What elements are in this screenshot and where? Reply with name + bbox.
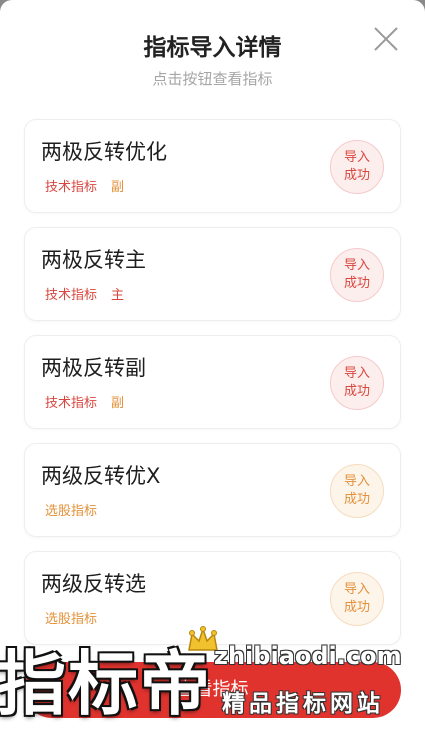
page-subtitle: 点击按钮查看指标 bbox=[152, 70, 273, 88]
import-success-stamp: 导入 成功 bbox=[330, 356, 384, 410]
indicator-name: 两级反转优X bbox=[41, 464, 161, 488]
indicator-name: 两级反转选 bbox=[41, 572, 146, 596]
close-icon bbox=[374, 27, 398, 51]
indicator-card[interactable]: 两极反转主 技术指标 主 导入 成功 bbox=[24, 227, 401, 321]
indicator-type-tag: 技术指标 bbox=[45, 180, 98, 195]
page-title: 指标导入详情 bbox=[143, 35, 282, 61]
watermark-brand: 指标帝 bbox=[0, 643, 212, 725]
watermark-domain: zhibiaodi.com bbox=[214, 642, 402, 670]
indicator-type-tag: 技术指标 bbox=[45, 396, 98, 411]
import-success-stamp: 导入 成功 bbox=[330, 572, 384, 626]
watermark-tagline: 精品指标网站 bbox=[222, 691, 384, 717]
indicator-name: 两极反转副 bbox=[41, 356, 146, 380]
import-success-stamp: 导入 成功 bbox=[330, 248, 384, 302]
indicator-type-tag: 选股指标 bbox=[45, 612, 98, 627]
indicator-card[interactable]: 两极反转副 技术指标 副 导入 成功 bbox=[24, 335, 401, 429]
indicator-type-tag: 选股指标 bbox=[45, 504, 98, 519]
import-success-stamp: 导入 成功 bbox=[330, 140, 384, 194]
indicator-card[interactable]: 两极反转优化 技术指标 副 导入 成功 bbox=[24, 119, 401, 213]
import-success-stamp: 导入 成功 bbox=[330, 464, 384, 518]
indicator-card[interactable]: 两级反转优X 选股指标 导入 成功 bbox=[24, 443, 401, 537]
indicator-name: 两极反转主 bbox=[41, 248, 146, 272]
close-button[interactable] bbox=[369, 22, 403, 56]
indicator-chart-tag: 副 bbox=[111, 396, 125, 411]
import-detail-panel: 指标导入详情 点击按钮查看指标 两极反转优化 技术指标 副 导入 成功 两极反转… bbox=[0, 0, 425, 743]
indicator-type-tag: 技术指标 bbox=[45, 288, 98, 303]
indicator-name: 两极反转优化 bbox=[41, 140, 167, 164]
indicator-chart-tag: 副 bbox=[111, 180, 125, 195]
indicator-chart-tag: 主 bbox=[111, 288, 125, 303]
